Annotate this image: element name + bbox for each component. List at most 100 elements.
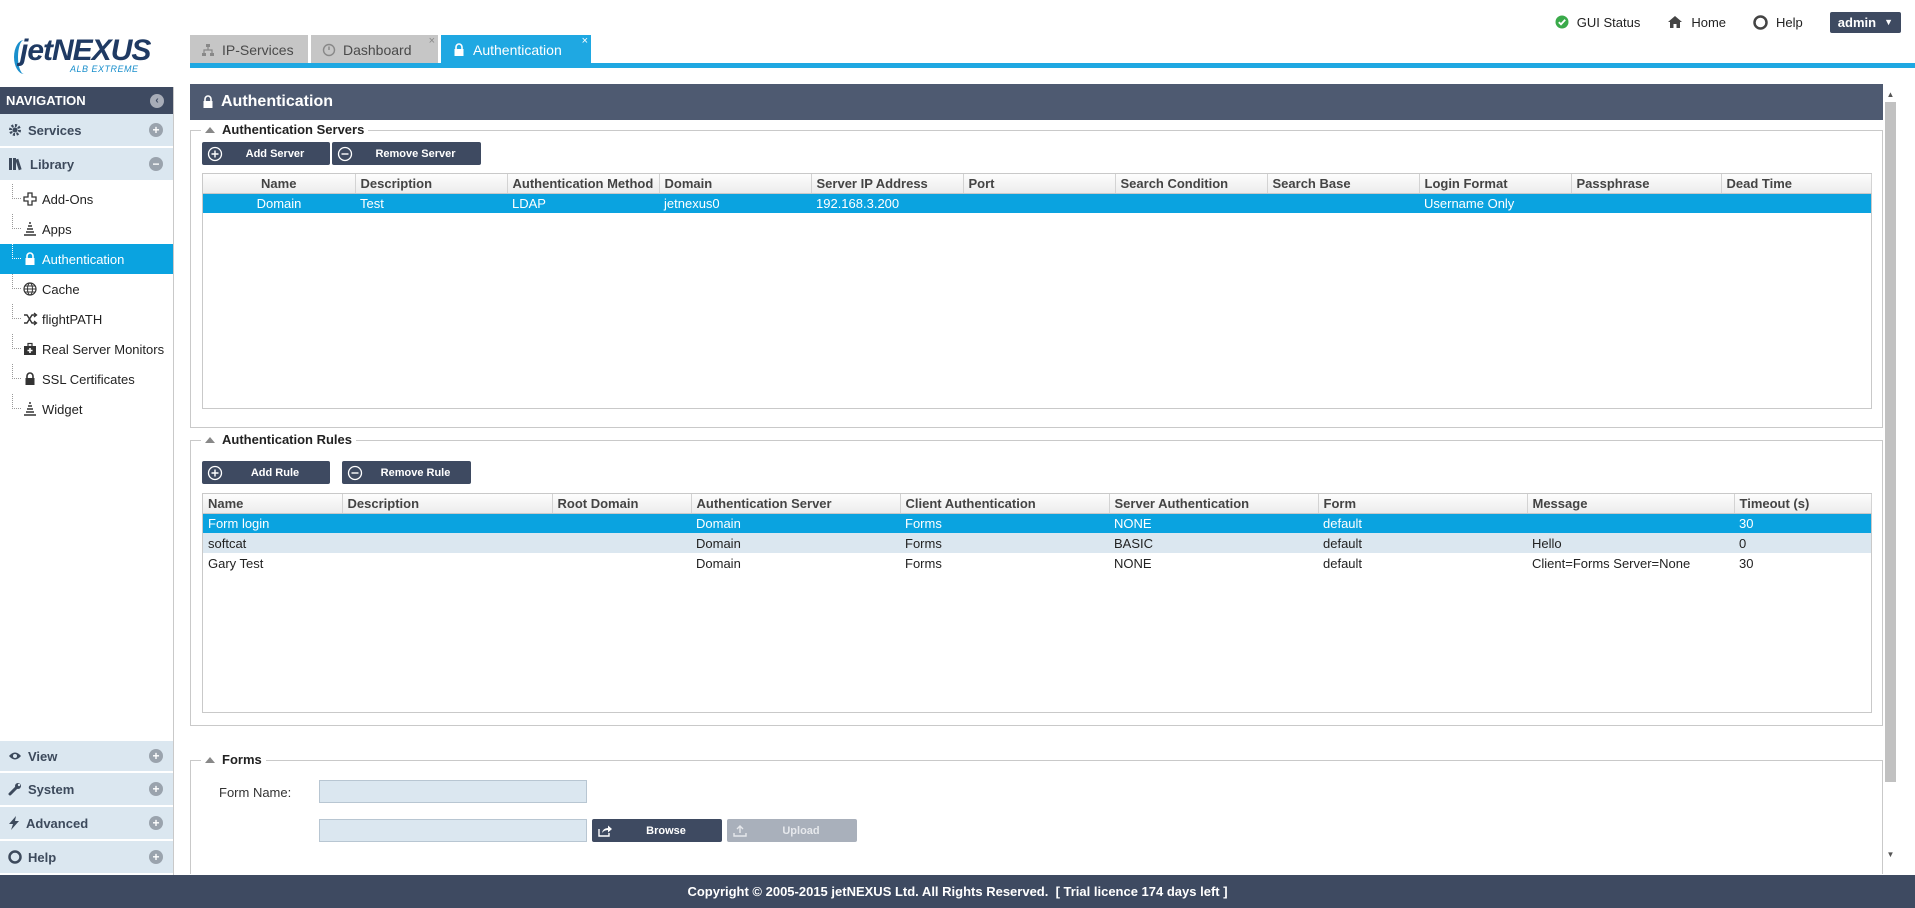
sidebar-item-real-server-monitors[interactable]: Real Server Monitors [0, 334, 173, 364]
add-server-button[interactable]: Add Server [202, 142, 330, 165]
collapse-triangle-icon [205, 436, 215, 443]
table-cell: Forms [900, 513, 1109, 533]
share-icon [596, 822, 614, 840]
expand-icon[interactable]: + [149, 123, 163, 137]
sidebar-item-cache[interactable]: Cache [0, 274, 173, 304]
column-header[interactable]: Login Format [1419, 174, 1572, 194]
column-header[interactable]: Description [355, 174, 508, 194]
navigation-header: NAVIGATION ‹ [0, 87, 173, 114]
expand-icon[interactable]: + [149, 749, 163, 763]
button-label: Add Rule [250, 466, 300, 479]
nav-section-help[interactable]: Help + [0, 841, 173, 875]
remove-rule-button[interactable]: Remove Rule [342, 461, 471, 484]
home-link[interactable]: Home [1667, 15, 1726, 30]
gauge-icon [321, 42, 337, 58]
sidebar-item-flightpath[interactable]: flightPATH [0, 304, 173, 334]
tab-dashboard[interactable]: Dashboard × [311, 35, 438, 64]
column-header[interactable]: Dead Time [1721, 174, 1872, 194]
scroll-up-icon[interactable]: ▲ [1883, 87, 1898, 102]
column-header[interactable]: Name [203, 174, 356, 194]
file-path-input[interactable] [319, 819, 587, 842]
section-legend[interactable]: Forms [201, 752, 266, 767]
scrollbar-thumb[interactable] [1885, 102, 1896, 782]
column-header[interactable]: Client Authentication [900, 494, 1110, 514]
nav-section-library[interactable]: Library − [0, 148, 173, 182]
help-link[interactable]: Help [1753, 15, 1803, 30]
table-cell: Client=Forms Server=None [1532, 555, 1691, 571]
upload-button[interactable]: Upload [727, 819, 857, 842]
column-header[interactable]: Name [203, 494, 343, 514]
tab-ip-services[interactable]: IP-Services [190, 35, 308, 64]
column-header[interactable]: Port [963, 174, 1116, 194]
close-icon[interactable]: × [582, 36, 588, 47]
section-legend[interactable]: Authentication Servers [201, 122, 369, 137]
column-header[interactable]: Form [1318, 494, 1528, 514]
table-row[interactable]: Domain Test LDAP jetnexus0 192.168.3.200… [203, 193, 1871, 213]
globe-icon [22, 281, 38, 297]
tab-label: Dashboard [343, 41, 412, 58]
form-name-label: Form Name: [219, 785, 292, 800]
app-window: jetNEXUS ALB EXTREME IP-Services Dashboa… [0, 0, 1915, 908]
column-header[interactable]: Search Base [1267, 174, 1420, 194]
table-cell: Gary Test [208, 555, 264, 571]
lock-icon [22, 371, 38, 387]
table-cell [1571, 193, 1721, 213]
collapse-triangle-icon [205, 756, 215, 763]
nav-section-advanced[interactable]: Advanced + [0, 807, 173, 841]
shuffle-icon [22, 311, 38, 327]
close-icon[interactable]: × [429, 36, 435, 47]
column-header[interactable]: Timeout (s) [1734, 494, 1872, 514]
column-header[interactable]: Description [342, 494, 553, 514]
remove-server-button[interactable]: Remove Server [332, 142, 481, 165]
tab-authentication[interactable]: Authentication × [441, 35, 591, 64]
scroll-down-icon[interactable]: ▼ [1883, 847, 1898, 862]
column-header[interactable]: Authentication Method [507, 174, 660, 194]
user-menu-button[interactable]: admin ▼ [1829, 11, 1901, 33]
jetnexus-logo: jetNEXUS ALB EXTREME [14, 34, 164, 74]
table-row[interactable]: Form login Domain Forms NONE default 30 [203, 513, 1871, 533]
sidebar-item-apps[interactable]: Apps [0, 214, 173, 244]
logo-subtitle: ALB EXTREME [70, 64, 139, 74]
table-row[interactable]: softcat Domain Forms BASIC default Hello… [203, 533, 1871, 553]
add-rule-button[interactable]: Add Rule [202, 461, 330, 484]
sidebar-item-label: Authentication [42, 251, 125, 267]
nav-section-system[interactable]: System + [0, 773, 173, 807]
expand-icon[interactable]: + [149, 816, 163, 830]
table-cell: NONE [1109, 513, 1318, 533]
column-header[interactable]: Message [1527, 494, 1735, 514]
column-header[interactable]: Authentication Server [691, 494, 901, 514]
expand-icon[interactable]: + [149, 850, 163, 864]
column-header[interactable]: Server IP Address [811, 174, 964, 194]
nav-section-label: Help [28, 849, 57, 865]
form-name-input[interactable] [319, 780, 587, 803]
column-header[interactable]: Root Domain [552, 494, 692, 514]
column-header[interactable]: Search Condition [1115, 174, 1268, 194]
sidebar-item-ssl-certificates[interactable]: SSL Certificates [0, 364, 173, 394]
copyright-text: Copyright © 2005-2015 jetNEXUS Ltd. All … [687, 884, 1228, 899]
nav-section-view[interactable]: View + [0, 739, 173, 773]
table-cell [552, 533, 691, 553]
column-header[interactable]: Passphrase [1571, 174, 1722, 194]
nav-section-services[interactable]: Services + [0, 114, 173, 148]
column-header[interactable]: Server Authentication [1109, 494, 1319, 514]
home-icon [1668, 16, 1683, 28]
table-row[interactable]: Gary Test Domain Forms NONE default Clie… [203, 553, 1871, 573]
browse-button[interactable]: Browse [592, 819, 722, 842]
minus-circle-icon [346, 464, 364, 482]
column-header[interactable]: Domain [659, 174, 812, 194]
button-label: Upload [782, 824, 820, 837]
sidebar-item-authentication[interactable]: Authentication [0, 244, 173, 274]
section-legend[interactable]: Authentication Rules [201, 432, 357, 447]
grid-header-row: Name Description Authentication Method D… [203, 174, 1872, 194]
gui-status-link[interactable]: GUI Status [1555, 14, 1641, 30]
collapse-sidebar-icon[interactable]: ‹ [150, 93, 164, 108]
sidebar-item-label: Cache [42, 281, 80, 297]
sidebar-item-label: SSL Certificates [42, 371, 135, 387]
gui-status-label: GUI Status [1576, 14, 1641, 30]
collapse-icon[interactable]: − [149, 157, 163, 171]
main-scrollbar[interactable]: ▲ ▼ [1883, 87, 1898, 862]
rules-grid: Name Description Root Domain Authenticat… [202, 493, 1872, 713]
sidebar-item-widget[interactable]: Widget [0, 394, 173, 424]
sidebar-item-add-ons[interactable]: Add-Ons [0, 184, 173, 214]
expand-icon[interactable]: + [149, 782, 163, 796]
